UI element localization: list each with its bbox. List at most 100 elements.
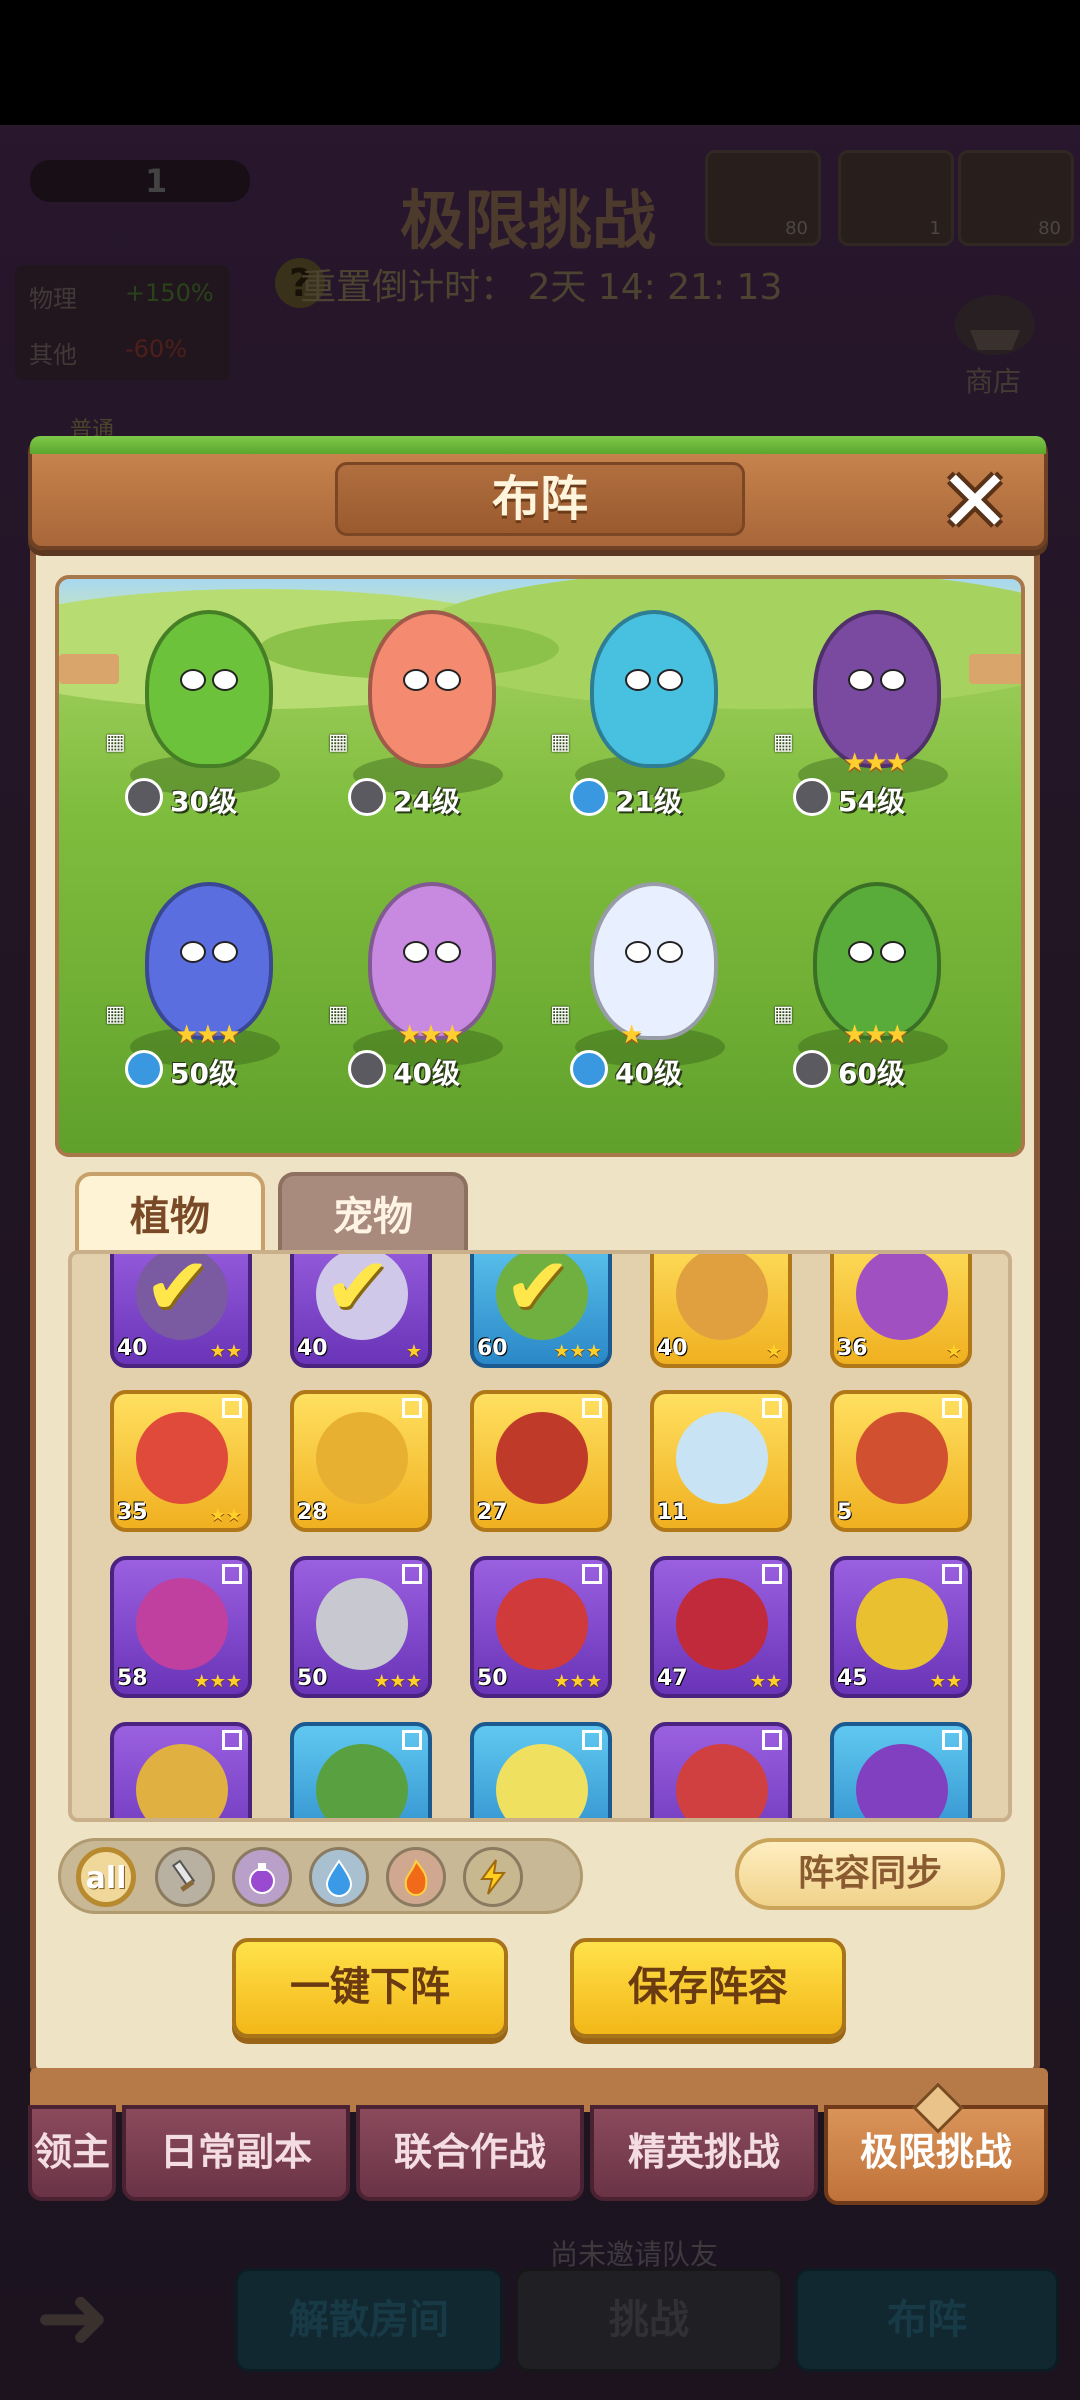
card-stars: ★ bbox=[765, 1341, 782, 1362]
roster-card[interactable]: 60 ★★★ ✔ bbox=[470, 1250, 612, 1368]
slot-indicator-icon bbox=[582, 1564, 602, 1584]
tab-plants[interactable]: 植物 bbox=[75, 1172, 265, 1254]
slot-indicator-icon bbox=[222, 1564, 242, 1584]
roster-card[interactable] bbox=[470, 1722, 612, 1818]
card-level: 40 bbox=[657, 1336, 688, 1361]
hero-portrait bbox=[676, 1744, 768, 1818]
lineup-slot[interactable]: ▦ ★★★ 40级 bbox=[318, 852, 538, 1102]
roster-card[interactable]: 28 bbox=[290, 1390, 432, 1532]
filter-fire-icon[interactable] bbox=[386, 1847, 446, 1907]
hero-eyes bbox=[397, 669, 467, 691]
roster-card[interactable]: 35 ★★ bbox=[110, 1390, 252, 1532]
position-marker-icon: ▦ bbox=[773, 1002, 794, 1027]
hero-level: 24级 bbox=[393, 785, 460, 818]
slot-indicator-icon bbox=[402, 1250, 422, 1254]
roster-card[interactable] bbox=[290, 1722, 432, 1818]
card-stars: ★★★ bbox=[553, 1341, 602, 1362]
card-level: 27 bbox=[477, 1500, 508, 1525]
hero-level: 30级 bbox=[170, 785, 237, 818]
roster-card[interactable]: 50 ★★★ bbox=[470, 1556, 612, 1698]
hero-portrait bbox=[676, 1578, 768, 1670]
card-level: 40 bbox=[117, 1336, 148, 1361]
sword-icon bbox=[171, 1859, 196, 1892]
sync-lineup-button[interactable]: 阵容同步 bbox=[735, 1838, 1005, 1910]
slot-indicator-icon bbox=[222, 1730, 242, 1750]
hero-figure bbox=[368, 610, 496, 768]
card-level: 11 bbox=[657, 1500, 688, 1525]
position-marker-icon: ▦ bbox=[105, 730, 126, 755]
position-marker-icon: ▦ bbox=[773, 730, 794, 755]
slot-indicator-icon bbox=[582, 1730, 602, 1750]
lineup-slot[interactable]: ▦ ★★★ 60级 bbox=[763, 852, 983, 1102]
card-level: 47 bbox=[657, 1666, 688, 1691]
slot-indicator-icon bbox=[582, 1398, 602, 1418]
sword-element-icon bbox=[125, 778, 163, 816]
roster-card[interactable] bbox=[650, 1722, 792, 1818]
tab-lord[interactable]: 领主 bbox=[28, 2105, 116, 2201]
roster-card[interactable]: 40 ★ bbox=[650, 1254, 792, 1368]
card-stars: ★★ bbox=[209, 1505, 242, 1526]
slot-indicator-icon bbox=[762, 1730, 782, 1750]
roster-card[interactable]: 40 ★★ ✔ bbox=[110, 1254, 252, 1368]
selected-check-icon: ✔ bbox=[324, 1250, 392, 1333]
card-level: 36 bbox=[837, 1336, 868, 1361]
roster-card[interactable]: 5 bbox=[830, 1390, 972, 1532]
card-stars: ★★ bbox=[209, 1341, 242, 1362]
tab-pets[interactable]: 宠物 bbox=[278, 1172, 468, 1254]
card-stars: ★★★ bbox=[553, 1671, 602, 1692]
hero-portrait bbox=[136, 1412, 228, 1504]
roster-grid[interactable]: 40 ★★ ✔ 40 ★ ✔ 60 ★★★ ✔ 40 ★ 36 ★ 35 ★★ 28 27 11 5 58 ★★★ 50 ★… bbox=[68, 1250, 1012, 1822]
close-icon[interactable]: ✕ bbox=[935, 459, 1015, 545]
tab-daily-dungeon[interactable]: 日常副本 bbox=[122, 2105, 350, 2201]
slot-indicator-icon bbox=[942, 1250, 962, 1254]
position-marker-icon: ▦ bbox=[328, 730, 349, 755]
card-level: 35 bbox=[117, 1500, 148, 1525]
hero-stars: ★★★ bbox=[843, 748, 909, 778]
lineup-slot[interactable]: ▦ 21级 bbox=[540, 580, 760, 830]
hero-figure bbox=[145, 610, 273, 768]
slot-indicator-icon bbox=[762, 1398, 782, 1418]
lineup-slot[interactable]: ▦ 24级 bbox=[318, 580, 538, 830]
hero-portrait bbox=[136, 1744, 228, 1818]
tab-elite-challenge[interactable]: 精英挑战 bbox=[590, 2105, 818, 2201]
hero-eyes bbox=[619, 941, 689, 963]
lineup-slot[interactable]: ▦ 30级 bbox=[95, 580, 315, 830]
slot-indicator-icon bbox=[762, 1564, 782, 1584]
filter-sword-icon[interactable] bbox=[155, 1847, 215, 1907]
tab-joint-battle[interactable]: 联合作战 bbox=[356, 2105, 584, 2201]
hero-portrait bbox=[496, 1412, 588, 1504]
filter-potion-icon[interactable] bbox=[232, 1847, 292, 1907]
position-marker-icon: ▦ bbox=[328, 1002, 349, 1027]
hero-figure bbox=[590, 610, 718, 768]
lineup-slot[interactable]: ▦ ★ 40级 bbox=[540, 852, 760, 1102]
filter-water-icon[interactable] bbox=[309, 1847, 369, 1907]
slot-indicator-icon bbox=[402, 1564, 422, 1584]
roster-card[interactable] bbox=[830, 1722, 972, 1818]
roster-card[interactable]: 40 ★ ✔ bbox=[290, 1250, 432, 1368]
potion-icon bbox=[249, 1863, 275, 1894]
hero-figure bbox=[145, 882, 273, 1040]
roster-card[interactable]: 50 ★★★ bbox=[290, 1556, 432, 1698]
filter-all[interactable]: all bbox=[76, 1847, 136, 1907]
hero-stars: ★★★ bbox=[843, 1020, 909, 1050]
roster-card[interactable]: 27 bbox=[470, 1390, 612, 1532]
lineup-slot[interactable]: ▦ ★★★ 54级 bbox=[763, 580, 983, 830]
filter-lightning-icon[interactable] bbox=[463, 1847, 523, 1907]
card-stars: ★★★ bbox=[373, 1671, 422, 1692]
fire-icon bbox=[404, 1858, 428, 1896]
save-lineup-button[interactable]: 保存阵容 bbox=[570, 1938, 846, 2038]
water-element-icon bbox=[570, 1050, 608, 1088]
slot-indicator-icon bbox=[582, 1250, 602, 1254]
hero-level: 50级 bbox=[170, 1057, 237, 1090]
roster-card[interactable]: 47 ★★ bbox=[650, 1556, 792, 1698]
slot-indicator-icon bbox=[402, 1398, 422, 1418]
roster-card[interactable]: 36 ★ bbox=[830, 1250, 972, 1368]
hero-stars: ★★★ bbox=[398, 1020, 464, 1050]
sword-element-icon bbox=[348, 778, 386, 816]
lineup-slot[interactable]: ▦ ★★★ 50级 bbox=[95, 852, 315, 1102]
roster-card[interactable] bbox=[110, 1722, 252, 1818]
unequip-all-button[interactable]: 一键下阵 bbox=[232, 1938, 508, 2038]
roster-card[interactable]: 58 ★★★ bbox=[110, 1556, 252, 1698]
roster-card[interactable]: 45 ★★ bbox=[830, 1556, 972, 1698]
roster-card[interactable]: 11 bbox=[650, 1390, 792, 1532]
